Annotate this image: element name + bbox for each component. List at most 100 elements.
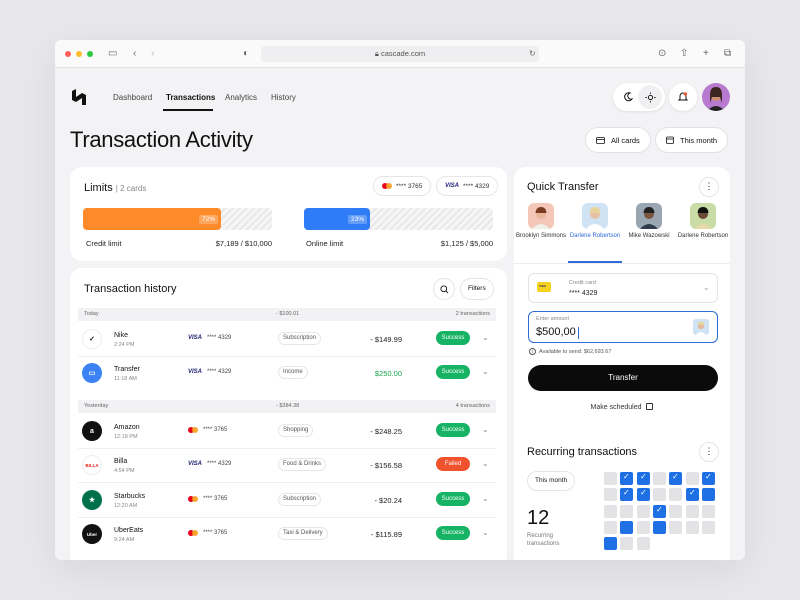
chevron-down-icon[interactable]: ⌄ <box>482 425 489 434</box>
category-badge: Shopping <box>278 424 314 437</box>
calendar-day[interactable] <box>620 537 633 550</box>
calendar-day[interactable] <box>686 472 699 485</box>
chevron-down-icon[interactable]: ⌄ <box>482 459 489 468</box>
brand-logo[interactable] <box>70 88 88 106</box>
download-icon[interactable]: ⊙ <box>658 48 666 60</box>
browser-window: ▭ ‹ › ◐ 🔒︎ cascade.com ↻ ⊙ ⇧ + ⧉ Dashboa… <box>55 40 745 560</box>
calendar-day[interactable] <box>604 472 617 485</box>
calendar-day[interactable] <box>637 521 650 534</box>
card-select[interactable]: VISA Credit card **** 4329 ⌄ <box>528 273 718 303</box>
nav-analytics[interactable]: Analytics <box>225 93 257 102</box>
card-chip-mastercard[interactable]: **** 3765 <box>373 176 432 196</box>
calendar-day[interactable] <box>669 505 682 518</box>
tabs-icon[interactable]: ⧉ <box>724 48 731 60</box>
calendar-day[interactable] <box>604 521 617 534</box>
card-chip-visa[interactable]: VISA **** 4329 <box>436 176 499 196</box>
calendar-day-scheduled[interactable] <box>653 521 666 534</box>
notifications-button[interactable] <box>669 83 697 111</box>
chevron-down-icon[interactable]: ⌄ <box>482 367 489 376</box>
contact-item[interactable]: Darlene Robertson <box>568 203 622 241</box>
chevron-down-icon[interactable]: ⌄ <box>482 528 489 537</box>
contact-avatar <box>528 203 554 229</box>
calendar-day-paid[interactable] <box>620 488 633 501</box>
nav-transactions[interactable]: Transactions <box>166 93 215 102</box>
calendar-day-paid[interactable] <box>637 472 650 485</box>
transaction-row[interactable]: BILLA Billa 4:54 PM VISA **** 4329 Food & Dri… <box>78 448 496 482</box>
category-badge: Food & Drinks <box>278 458 327 471</box>
visa-icon: VISA <box>188 461 203 467</box>
calendar-day-paid[interactable] <box>637 488 650 501</box>
search-button[interactable] <box>433 278 455 300</box>
calendar-day[interactable] <box>620 505 633 518</box>
calendar-day-paid[interactable] <box>620 472 633 485</box>
close-window-icon[interactable] <box>65 51 71 57</box>
sidebar-icon[interactable]: ▭ <box>108 48 117 60</box>
all-cards-button[interactable]: All cards <box>585 127 651 153</box>
shield-icon[interactable]: ◐ <box>243 48 249 60</box>
group-header-today: Today - $100.01 2 transactions <box>78 308 496 321</box>
calendar-icon <box>646 403 654 410</box>
amount-input[interactable]: Enter amount $500,00 <box>528 311 718 343</box>
filters-button[interactable]: Filters <box>460 278 494 300</box>
calendar-day-paid[interactable] <box>653 505 666 518</box>
status-badge: Success <box>436 423 470 437</box>
contact-item[interactable]: Brooklyn Simmons <box>514 203 568 241</box>
calendar-day[interactable] <box>686 521 699 534</box>
calendar-day[interactable] <box>637 505 650 518</box>
light-mode-button[interactable] <box>638 85 662 109</box>
maximize-window-icon[interactable] <box>87 51 93 57</box>
mastercard-icon <box>382 183 392 189</box>
calendar-day[interactable] <box>604 505 617 518</box>
nav-dashboard[interactable]: Dashboard <box>113 93 152 102</box>
more-options-button[interactable]: ⋮ <box>699 177 719 197</box>
nav-history[interactable]: History <box>271 93 296 102</box>
calendar-day[interactable] <box>702 521 715 534</box>
calendar-day-scheduled[interactable] <box>702 488 715 501</box>
calendar-day[interactable] <box>604 488 617 501</box>
calendar-day[interactable] <box>669 521 682 534</box>
new-tab-icon[interactable]: + <box>703 48 709 60</box>
contact-item[interactable]: Mike Wazowski <box>622 203 676 241</box>
minimize-window-icon[interactable] <box>76 51 82 57</box>
transaction-row[interactable]: ★ Starbucks 12:20 AM **** 3765 Subscription -… <box>78 483 496 517</box>
nav-active-underline <box>163 109 213 111</box>
mastercard-icon <box>188 530 198 536</box>
transaction-row[interactable]: a Amazon 12:18 PM **** 3765 Shopping - $248.2… <box>78 414 496 448</box>
url-text: cascade.com <box>380 49 426 58</box>
calendar-day[interactable] <box>686 505 699 518</box>
calendar-day-scheduled[interactable] <box>620 521 633 534</box>
group-day: Today <box>84 311 99 317</box>
user-avatar[interactable] <box>702 83 730 111</box>
back-icon[interactable]: ‹ <box>133 48 136 60</box>
recurring-period-button[interactable]: This month <box>527 471 576 491</box>
calendar-day-paid[interactable] <box>669 472 682 485</box>
this-month-button[interactable]: This month <box>655 127 729 153</box>
calendar-day[interactable] <box>669 488 682 501</box>
calendar-day-paid[interactable] <box>702 472 715 485</box>
transaction-row[interactable]: Uber UberEats 9:24 AM **** 3765 Taxi & Deliv… <box>78 517 496 551</box>
calendar-day-paid[interactable] <box>686 488 699 501</box>
calendar-day[interactable] <box>653 472 666 485</box>
reload-icon[interactable]: ↻ <box>529 48 536 60</box>
transaction-row[interactable]: ▭ Transfer 11:18 AM VISA **** 4329 Income $250… <box>78 356 496 390</box>
calendar-day[interactable] <box>702 505 715 518</box>
contact-item[interactable]: Darlene Robertson <box>676 203 730 241</box>
card-number: **** 4329 <box>207 369 232 375</box>
forward-icon[interactable]: › <box>151 48 154 60</box>
chevron-down-icon[interactable]: ⌄ <box>482 333 489 342</box>
card-select-label: Credit card <box>569 280 596 286</box>
calendar-day-scheduled[interactable] <box>604 537 617 550</box>
transaction-row[interactable]: ✓ Nike 2:24 PM VISA **** 4329 Subscription - $… <box>78 322 496 356</box>
calendar-day[interactable] <box>653 488 666 501</box>
contact-avatar <box>582 203 608 229</box>
visa-icon: VISA <box>188 369 203 375</box>
more-options-button[interactable]: ⋮ <box>699 442 719 462</box>
url-bar[interactable]: 🔒︎ cascade.com <box>261 46 539 62</box>
chevron-down-icon[interactable]: ⌄ <box>482 494 489 503</box>
calendar-day[interactable] <box>637 537 650 550</box>
card-number: **** 4329 <box>207 461 232 467</box>
share-icon[interactable]: ⇧ <box>680 48 688 60</box>
make-scheduled-button[interactable]: Make scheduled <box>514 403 730 411</box>
contact-avatar <box>690 203 716 229</box>
transfer-button[interactable]: Transfer <box>528 365 718 391</box>
